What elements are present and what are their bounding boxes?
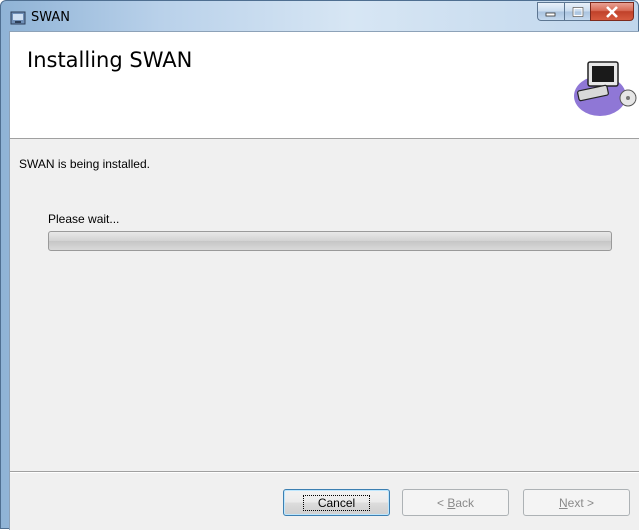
close-button[interactable] [590,2,634,21]
install-progress-bar [48,231,612,251]
installer-app-icon [10,11,26,25]
minimize-button[interactable] [537,2,564,21]
page-title: Installing SWAN [27,48,193,72]
computer-install-icon [574,61,637,116]
next-button[interactable]: Next > [523,489,630,516]
close-icon [606,5,618,18]
cancel-button-label: Cancel [302,494,371,511]
please-wait-label: Please wait... [48,212,120,226]
back-button[interactable]: < Back [402,489,509,516]
installer-body: Installing SWAN SWAN is being installed.… [9,31,639,530]
installer-window: SWAN Installing SWAN SWAN is being insta… [0,0,639,530]
maximize-icon [572,6,583,17]
window-title: SWAN [31,10,71,25]
minimize-icon [545,12,556,16]
banner: Installing SWAN [10,32,639,139]
caption-buttons [537,2,634,22]
footer-divider [10,471,639,473]
maximize-button[interactable] [564,2,590,21]
back-button-label: < Back [436,495,475,510]
next-button-label: Next > [558,495,595,510]
status-text: SWAN is being installed. [19,157,150,171]
cancel-button[interactable]: Cancel [283,489,390,516]
